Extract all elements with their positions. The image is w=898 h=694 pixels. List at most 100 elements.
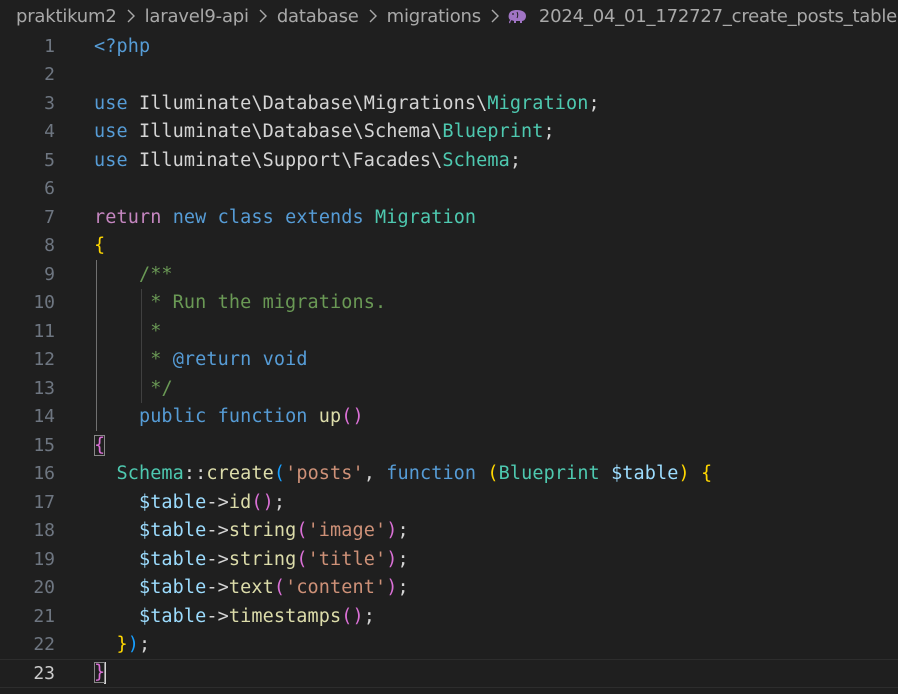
code-token: $table [138, 605, 207, 627]
code-line[interactable]: 9 /** [0, 260, 898, 289]
code-line[interactable]: 19 $table->string('title'); [0, 545, 898, 574]
code-line[interactable]: 3 use Illuminate\Database\Migrations\Migr… [0, 89, 898, 118]
code-token: { [701, 463, 713, 485]
code-line[interactable]: 23} [0, 659, 898, 688]
code-token: extends [285, 206, 364, 228]
code-line[interactable]: 20 $table->text('content'); [0, 574, 898, 603]
code-token: Schema [116, 463, 184, 485]
code-token: new [172, 206, 207, 228]
code-token: use [94, 92, 128, 114]
code-token: @return [172, 349, 252, 371]
code-token: ; [509, 149, 522, 171]
code-text: { [94, 434, 106, 456]
code-line[interactable]: 6 [0, 175, 898, 204]
code-token: $table [138, 577, 207, 599]
code-token: ( [273, 577, 286, 599]
code-token: ) [678, 463, 690, 485]
code-token: -> [206, 548, 229, 570]
text-cursor [104, 662, 107, 685]
code-token: , [363, 463, 387, 485]
chevron-right-icon [251, 8, 275, 24]
code-line[interactable]: 13 */ [0, 374, 898, 403]
line-number: 12 [33, 349, 55, 371]
code-text: use Illuminate\Support\Facades\Schema; [94, 150, 521, 171]
code-text: public function up() [94, 406, 364, 427]
code-token: ) [386, 548, 398, 570]
line-number: 21 [33, 605, 55, 627]
code-line[interactable]: 15 { [0, 431, 898, 460]
code-line[interactable]: 2 [0, 61, 898, 90]
code-line[interactable]: 18 $table->string('image'); [0, 517, 898, 546]
code-token: Migration [375, 206, 477, 228]
line-number: 16 [33, 463, 55, 485]
code-line[interactable]: 11 * [0, 317, 898, 346]
code-token: ; [138, 634, 151, 656]
indent-guide [141, 288, 142, 403]
code-token: return [94, 206, 162, 228]
code-token: use [94, 149, 128, 171]
code-token: * [150, 349, 173, 371]
code-token: function [386, 463, 477, 485]
code-token: 'title' [307, 548, 387, 570]
code-token: function [217, 406, 308, 428]
code-text: /** [94, 264, 173, 285]
code-token: 'content' [285, 577, 387, 599]
code-line[interactable]: 10 * Run the migrations. [0, 289, 898, 318]
code-token: ; [273, 491, 286, 513]
code-token: Illuminate\Support\Facades\ [127, 149, 443, 171]
code-text: * [94, 321, 161, 342]
breadcrumb-item-laravel9-api[interactable]: laravel9-api [143, 6, 251, 27]
code-line[interactable]: 17 $table->id(); [0, 488, 898, 517]
code-line[interactable]: 8{ [0, 232, 898, 261]
code-line[interactable]: 12 * @return void [0, 346, 898, 375]
code-token: () [341, 605, 364, 627]
code-token: -> [206, 491, 229, 513]
line-number: 23 [33, 662, 55, 684]
code-line[interactable]: 5 use Illuminate\Support\Facades\Schema; [0, 146, 898, 175]
code-token: { [94, 434, 106, 456]
code-token: */ [150, 377, 173, 399]
code-token: () [341, 406, 364, 428]
code-token: * Run the migrations. [150, 292, 387, 314]
code-token: } [116, 634, 128, 656]
code-editor[interactable]: 1 <?php 2 3 use Illuminate\Database\Migratio… [0, 32, 898, 694]
code-token: void [262, 349, 308, 371]
code-line[interactable]: 21 $table->timestamps(); [0, 602, 898, 631]
code-token: use [94, 121, 128, 143]
code-line[interactable]: 16 Schema::create('posts', function (Blu… [0, 460, 898, 489]
line-number: 13 [33, 377, 55, 399]
code-line[interactable]: 22 }); [0, 631, 898, 660]
code-line[interactable]: 4 use Illuminate\Database\Schema\Blueprin… [0, 118, 898, 147]
code-token: () [251, 491, 274, 513]
code-token: -> [206, 520, 229, 542]
code-token: $table [138, 520, 207, 542]
code-text: $table->timestamps(); [94, 606, 375, 627]
code-line[interactable]: 7 return new class extends Migration [0, 203, 898, 232]
breadcrumb-item-database[interactable]: database [275, 6, 361, 27]
breadcrumb-item-praktikum2[interactable]: praktikum2 [0, 6, 119, 27]
line-number: 5 [44, 149, 55, 171]
code-token: ) [386, 520, 398, 542]
code-line[interactable]: 14 public function up() [0, 403, 898, 432]
code-token: -> [206, 577, 229, 599]
breadcrumb: praktikum2 laravel9-api database migrati… [0, 0, 898, 32]
code-token: ; [588, 92, 600, 114]
code-token: <?php [94, 35, 151, 57]
line-number: 8 [44, 235, 55, 257]
code-token: ; [363, 605, 375, 627]
code-token: $table [611, 463, 679, 485]
breadcrumb-file-name[interactable]: 2024_04_01_172727_create_posts_table.php [537, 6, 898, 27]
code-token: 'image' [307, 520, 387, 542]
code-line[interactable]: 1 <?php [0, 32, 898, 61]
chevron-right-icon [119, 8, 143, 24]
line-number: 7 [44, 206, 55, 228]
breadcrumb-item-migrations[interactable]: migrations [385, 6, 483, 27]
code-text: $table->string('image'); [94, 520, 409, 541]
